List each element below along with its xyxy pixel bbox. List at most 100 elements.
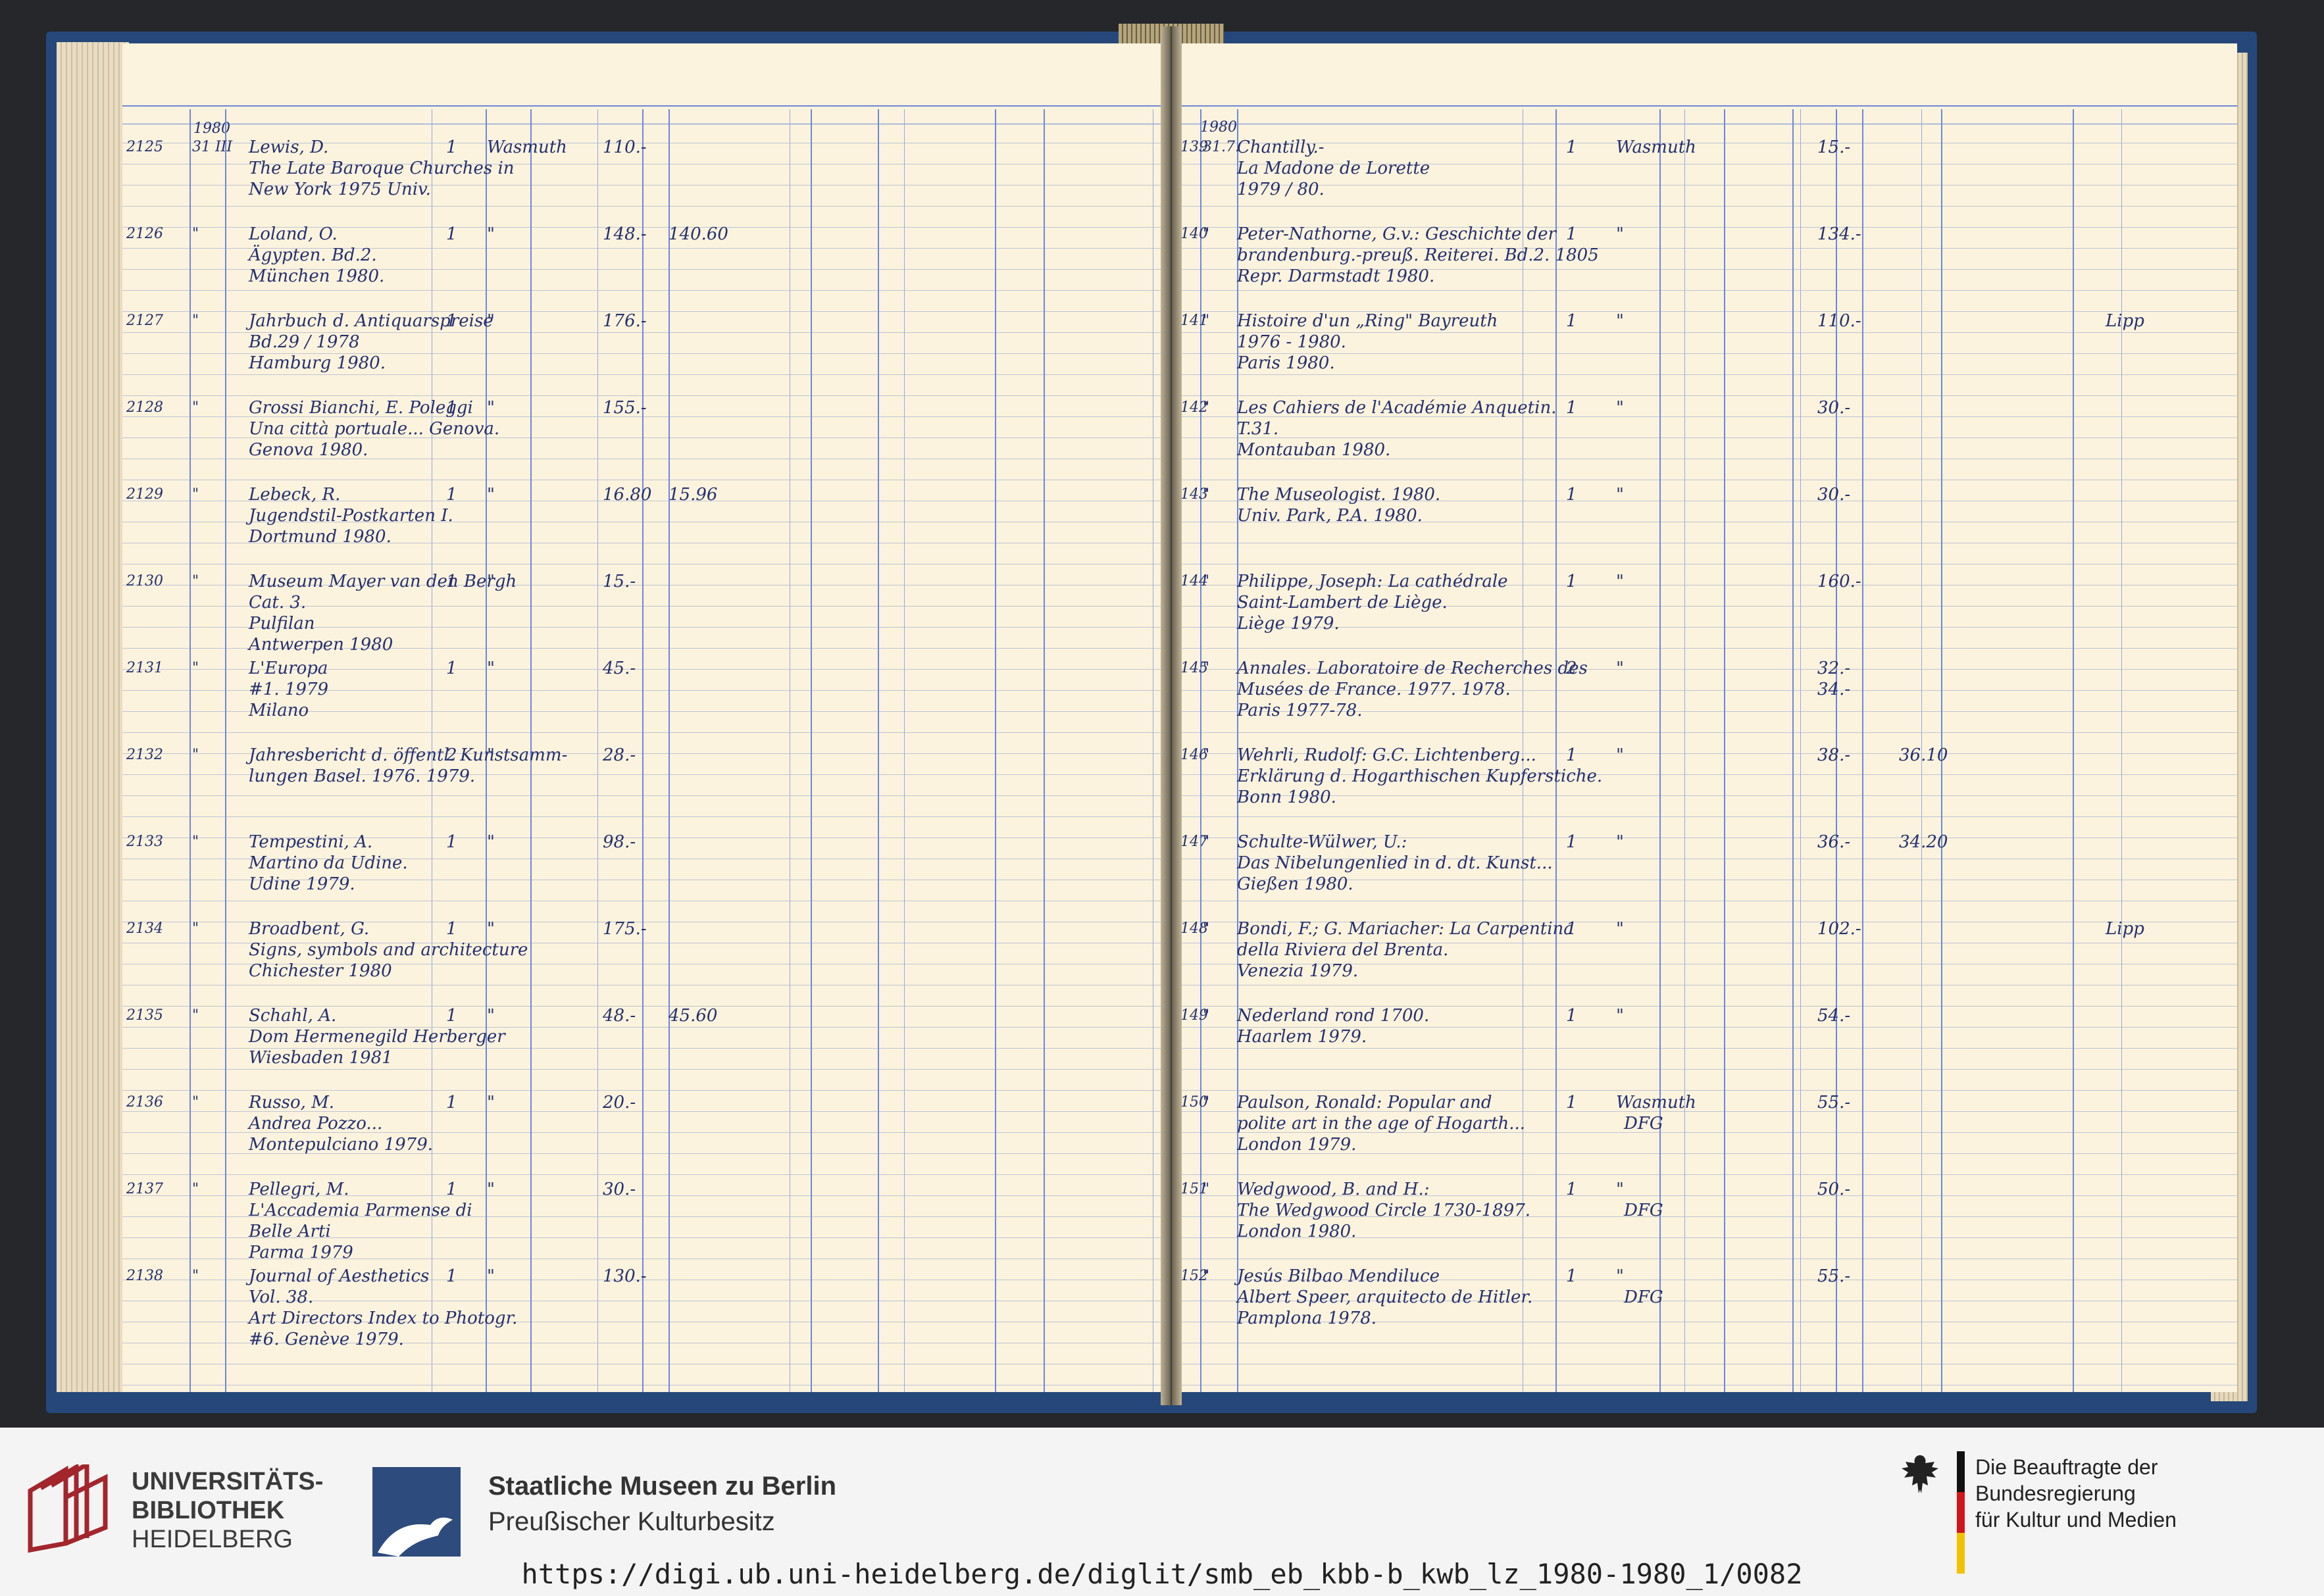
- column-rule: [904, 109, 905, 1392]
- entry-number: 2131: [126, 660, 163, 676]
- entry-vendor: ": [487, 1093, 495, 1112]
- entry-date: ": [1203, 747, 1210, 763]
- entry-date: ": [1203, 486, 1210, 503]
- entry-title-line: Schulte-Wülwer, U.:: [1237, 832, 1407, 852]
- entry-quantity: 1: [446, 1093, 457, 1112]
- entry-title-line: #1. 1979: [249, 680, 329, 699]
- entry-title-line: Nederland rond 1700.: [1237, 1006, 1430, 1026]
- entry-price: 110.-: [603, 137, 647, 157]
- entry-price: 55.-: [1817, 1093, 1851, 1112]
- entry-quantity: 1: [1566, 485, 1577, 505]
- entry-title-line: Das Nibelungenlied in d. dt. Kunst...: [1237, 853, 1553, 873]
- entry-price: 38.-: [1817, 745, 1851, 765]
- entry-vendor: ": [487, 745, 495, 765]
- entry-title-line: L'Europa: [249, 659, 328, 678]
- entry-title-line: Annales. Laboratoire de Recherches des: [1237, 659, 1588, 678]
- entry-title-line: Montepulciano 1979.: [249, 1135, 434, 1155]
- entry-quantity: 1: [1566, 398, 1577, 418]
- entry-title-line: Erklärung d. Hogarthischen Kupferstiche.: [1237, 766, 1603, 786]
- entry-quantity: 1: [446, 398, 457, 418]
- entry-date: ": [1203, 834, 1210, 850]
- entry-vendor: Wasmuth: [487, 137, 567, 157]
- entry-price: 20.-: [603, 1093, 636, 1112]
- entry-date: ": [1203, 573, 1210, 589]
- bkm-name: Die Beauftragte der Bundesregierung für …: [1975, 1455, 2177, 1532]
- entry-vendor: ": [487, 659, 495, 678]
- scanned-ledger: 1980 2125 31 III Lewis, D. The Late Baroque…: [0, 0, 2324, 1428]
- entry-vendor: ": [1616, 398, 1624, 418]
- entry-title-line: Jugendstil-Postkarten I.: [249, 506, 453, 526]
- column-rule: [1800, 109, 1801, 1392]
- entry-title-line: Bondi, F.; G. Mariacher: La Carpentina: [1237, 919, 1574, 939]
- entry-title-line: 1979 / 80.: [1237, 180, 1325, 199]
- entry-date: ": [192, 660, 199, 676]
- entry-title-line: Russo, M.: [249, 1093, 335, 1112]
- ub-heidelberg-name: UNIVERSITÄTS- BIBLIOTHEK HEIDELBERG: [132, 1468, 324, 1553]
- entry-number: 2135: [126, 1007, 163, 1024]
- entry-title-line: Pamplona 1978.: [1237, 1309, 1377, 1328]
- entry-date: ": [192, 226, 199, 242]
- entry-date: ": [192, 1007, 199, 1024]
- entry-title-line: Loland, O.: [249, 224, 338, 244]
- entry-vendor: Wasmuth: [1616, 1093, 1696, 1112]
- entry-price: 176.-: [603, 311, 647, 331]
- entry-title-line: The Wedgwood Circle 1730-1897.: [1237, 1201, 1531, 1220]
- entry-vendor-note: DFG: [1624, 1201, 1663, 1220]
- entry-title-line: Lewis, D.: [249, 137, 329, 157]
- entry-quantity: 1: [1566, 1006, 1577, 1026]
- entry-quantity: 1: [446, 832, 457, 852]
- column-rule: [1792, 109, 1794, 1392]
- entry-title-line: Wiesbaden 1981: [249, 1048, 393, 1068]
- entry-note: Lipp: [2106, 919, 2144, 939]
- entry-net-price: 34.20: [1899, 832, 1948, 852]
- entry-price: 30.-: [1817, 485, 1851, 505]
- entry-title-line: Art Directors Index to Photogr.: [249, 1309, 518, 1328]
- entry-title-line: Una città portuale... Genova.: [249, 419, 500, 439]
- entry-title-line: New York 1975 Univ.: [249, 180, 431, 199]
- entry-number: 2126: [126, 226, 163, 242]
- entry-title-line: Liège 1979.: [1237, 614, 1340, 634]
- entry-date: ": [1203, 399, 1210, 416]
- permalink-url[interactable]: https://digi.ub.uni-heidelberg.de/diglit…: [0, 1558, 2324, 1590]
- entry-quantity: 1: [1566, 832, 1577, 852]
- federal-eagle-icon: [1902, 1455, 1938, 1493]
- column-rule: [1684, 109, 1685, 1392]
- entry-title-line: Dom Hermenegild Herberger: [249, 1027, 505, 1047]
- entry-vendor: Wasmuth: [1616, 137, 1696, 157]
- entry-quantity: 1: [446, 919, 457, 939]
- entry-title-line: Udine 1979.: [249, 874, 355, 894]
- entry-title-line: Repr. Darmstadt 1980.: [1237, 266, 1435, 286]
- entry-title-line: Museum Mayer van den Bergh: [249, 572, 517, 591]
- entry-title-line: Tempestini, A.: [249, 832, 373, 852]
- entry-date: ": [1203, 920, 1210, 937]
- entry-vendor: ": [1616, 1180, 1624, 1199]
- entry-title-line: Vol. 38.: [249, 1287, 314, 1307]
- entry-title-line: Schahl, A.: [249, 1006, 337, 1026]
- entry-title-line: München 1980.: [249, 266, 385, 286]
- year-header: 1980: [1200, 119, 1237, 136]
- entry-net-price: 45.60: [669, 1006, 718, 1026]
- entry-price: 160.-: [1817, 572, 1861, 591]
- entry-date: ": [1203, 312, 1210, 329]
- entry-price: 36.-: [1817, 832, 1851, 852]
- entry-title-line: Martino da Udine.: [249, 853, 408, 873]
- ledger-page-left: 1980 2125 31 III Lewis, D. The Late Baroque…: [122, 43, 1167, 1392]
- entry-date: ": [192, 573, 199, 589]
- entry-number: 2129: [126, 486, 163, 503]
- entry-title-line: Lebeck, R.: [249, 485, 341, 505]
- entry-date: ": [192, 312, 199, 329]
- entry-date: ": [192, 747, 199, 763]
- entry-date: ": [1203, 660, 1210, 676]
- entry-title-line: Wehrli, Rudolf: G.C. Lichtenberg...: [1237, 745, 1536, 765]
- entry-vendor: ": [1616, 572, 1624, 591]
- entry-vendor: ": [487, 398, 495, 418]
- entry-title-line: Jesús Bilbao Mendiluce: [1237, 1266, 1440, 1286]
- entry-title-line: Les Cahiers de l'Académie Anquetin.: [1237, 398, 1557, 418]
- entry-price: 102.-: [1817, 919, 1861, 939]
- entry-quantity: 1: [446, 311, 457, 331]
- entry-price: 134.-: [1817, 224, 1861, 244]
- entry-title-line: Histoire d'un „Ring" Bayreuth: [1237, 311, 1498, 331]
- entry-title-line: The Museologist. 1980.: [1237, 485, 1441, 505]
- entry-price: 130.-: [603, 1266, 647, 1286]
- smb-name: Staatliche Museen zu Berlin Preußischer …: [488, 1472, 837, 1536]
